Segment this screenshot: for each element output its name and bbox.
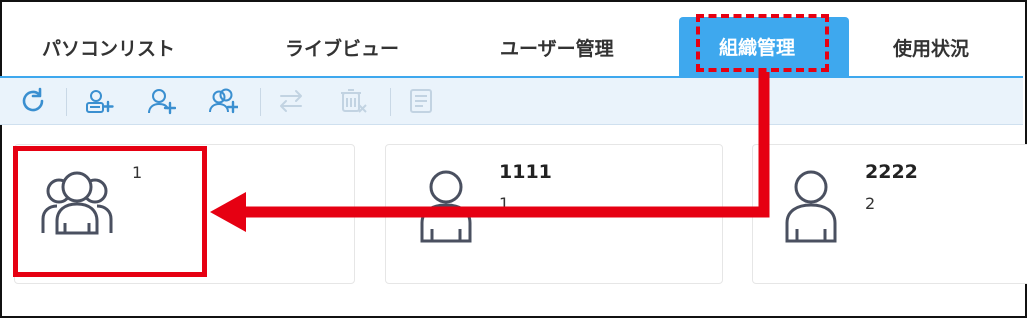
annotation-arrow [210, 72, 770, 232]
